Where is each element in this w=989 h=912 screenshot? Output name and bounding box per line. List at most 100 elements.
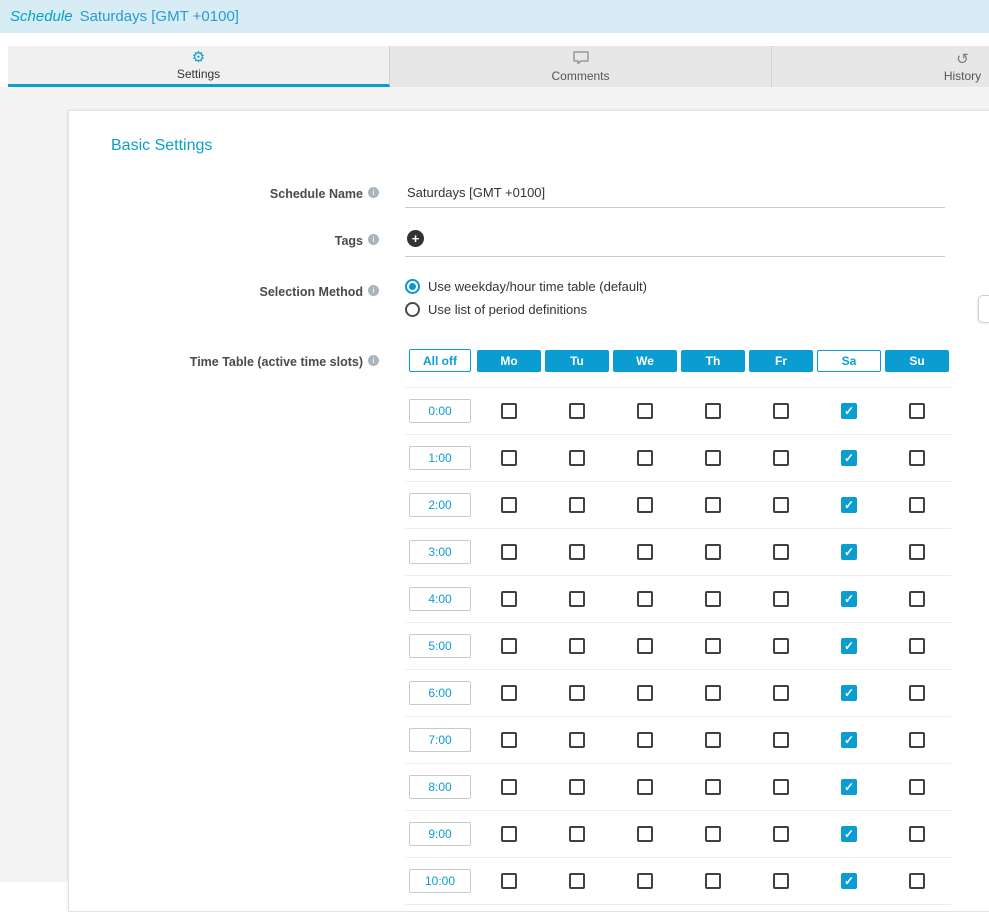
- slot-checkbox-we-400[interactable]: [637, 591, 653, 607]
- day-button-sa[interactable]: Sa: [817, 350, 881, 372]
- slot-checkbox-mo-900[interactable]: [501, 826, 517, 842]
- slot-checkbox-sa-200[interactable]: ✓: [841, 497, 857, 513]
- slot-checkbox-su-200[interactable]: [909, 497, 925, 513]
- slot-checkbox-fr-1000[interactable]: [773, 873, 789, 889]
- slot-checkbox-sa-500[interactable]: ✓: [841, 638, 857, 654]
- slot-checkbox-tu-700[interactable]: [569, 732, 585, 748]
- hour-button-400[interactable]: 4:00: [409, 587, 471, 611]
- slot-checkbox-fr-800[interactable]: [773, 779, 789, 795]
- slot-checkbox-tu-500[interactable]: [569, 638, 585, 654]
- slot-checkbox-th-300[interactable]: [705, 544, 721, 560]
- add-tag-button[interactable]: +: [407, 230, 424, 247]
- hour-button-800[interactable]: 8:00: [409, 775, 471, 799]
- slot-checkbox-th-700[interactable]: [705, 732, 721, 748]
- slot-checkbox-we-300[interactable]: [637, 544, 653, 560]
- slot-checkbox-we-800[interactable]: [637, 779, 653, 795]
- slot-checkbox-we-500[interactable]: [637, 638, 653, 654]
- hour-button-200[interactable]: 2:00: [409, 493, 471, 517]
- slot-checkbox-su-800[interactable]: [909, 779, 925, 795]
- all-off-button[interactable]: All off: [409, 349, 471, 372]
- radio-option-periods[interactable]: Use list of period definitions: [405, 302, 989, 317]
- slot-checkbox-su-500[interactable]: [909, 638, 925, 654]
- slot-checkbox-mo-000[interactable]: [501, 403, 517, 419]
- hour-button-000[interactable]: 0:00: [409, 399, 471, 423]
- day-button-mo[interactable]: Mo: [477, 350, 541, 372]
- slot-checkbox-su-000[interactable]: [909, 403, 925, 419]
- slot-checkbox-th-200[interactable]: [705, 497, 721, 513]
- slot-checkbox-fr-300[interactable]: [773, 544, 789, 560]
- slot-checkbox-su-600[interactable]: [909, 685, 925, 701]
- tab-settings[interactable]: ⚙ Settings: [8, 46, 390, 87]
- slot-checkbox-sa-000[interactable]: ✓: [841, 403, 857, 419]
- hour-button-600[interactable]: 6:00: [409, 681, 471, 705]
- slot-checkbox-th-000[interactable]: [705, 403, 721, 419]
- slot-checkbox-tu-600[interactable]: [569, 685, 585, 701]
- slot-checkbox-mo-600[interactable]: [501, 685, 517, 701]
- slot-checkbox-su-300[interactable]: [909, 544, 925, 560]
- slot-checkbox-su-700[interactable]: [909, 732, 925, 748]
- day-button-fr[interactable]: Fr: [749, 350, 813, 372]
- slot-checkbox-we-700[interactable]: [637, 732, 653, 748]
- slot-checkbox-fr-100[interactable]: [773, 450, 789, 466]
- slot-checkbox-tu-000[interactable]: [569, 403, 585, 419]
- slot-checkbox-we-200[interactable]: [637, 497, 653, 513]
- tab-comments[interactable]: Comments: [390, 46, 772, 87]
- slot-checkbox-mo-200[interactable]: [501, 497, 517, 513]
- day-button-tu[interactable]: Tu: [545, 350, 609, 372]
- slot-checkbox-th-900[interactable]: [705, 826, 721, 842]
- slot-checkbox-su-1000[interactable]: [909, 873, 925, 889]
- slot-checkbox-we-000[interactable]: [637, 403, 653, 419]
- slot-checkbox-th-1000[interactable]: [705, 873, 721, 889]
- hour-button-300[interactable]: 3:00: [409, 540, 471, 564]
- slot-checkbox-su-900[interactable]: [909, 826, 925, 842]
- slot-checkbox-mo-500[interactable]: [501, 638, 517, 654]
- slot-checkbox-tu-400[interactable]: [569, 591, 585, 607]
- hour-button-700[interactable]: 7:00: [409, 728, 471, 752]
- slot-checkbox-tu-200[interactable]: [569, 497, 585, 513]
- hour-button-1000[interactable]: 10:00: [409, 869, 471, 893]
- slot-checkbox-we-600[interactable]: [637, 685, 653, 701]
- slot-checkbox-sa-100[interactable]: ✓: [841, 450, 857, 466]
- slot-checkbox-we-1000[interactable]: [637, 873, 653, 889]
- slot-checkbox-sa-900[interactable]: ✓: [841, 826, 857, 842]
- side-panel-handle[interactable]: [978, 295, 989, 323]
- slot-checkbox-we-900[interactable]: [637, 826, 653, 842]
- slot-checkbox-we-100[interactable]: [637, 450, 653, 466]
- slot-checkbox-sa-300[interactable]: ✓: [841, 544, 857, 560]
- slot-checkbox-su-100[interactable]: [909, 450, 925, 466]
- slot-checkbox-tu-800[interactable]: [569, 779, 585, 795]
- slot-checkbox-tu-100[interactable]: [569, 450, 585, 466]
- slot-checkbox-sa-1000[interactable]: ✓: [841, 873, 857, 889]
- slot-checkbox-su-400[interactable]: [909, 591, 925, 607]
- slot-checkbox-mo-300[interactable]: [501, 544, 517, 560]
- slot-checkbox-fr-500[interactable]: [773, 638, 789, 654]
- slot-checkbox-th-600[interactable]: [705, 685, 721, 701]
- slot-checkbox-mo-700[interactable]: [501, 732, 517, 748]
- slot-checkbox-tu-900[interactable]: [569, 826, 585, 842]
- slot-checkbox-fr-200[interactable]: [773, 497, 789, 513]
- schedule-name-input[interactable]: [405, 181, 945, 208]
- day-button-su[interactable]: Su: [885, 350, 949, 372]
- slot-checkbox-fr-000[interactable]: [773, 403, 789, 419]
- slot-checkbox-th-500[interactable]: [705, 638, 721, 654]
- day-button-th[interactable]: Th: [681, 350, 745, 372]
- slot-checkbox-sa-800[interactable]: ✓: [841, 779, 857, 795]
- slot-checkbox-fr-600[interactable]: [773, 685, 789, 701]
- slot-checkbox-sa-400[interactable]: ✓: [841, 591, 857, 607]
- slot-checkbox-mo-800[interactable]: [501, 779, 517, 795]
- slot-checkbox-fr-900[interactable]: [773, 826, 789, 842]
- slot-checkbox-fr-700[interactable]: [773, 732, 789, 748]
- slot-checkbox-mo-100[interactable]: [501, 450, 517, 466]
- slot-checkbox-tu-1000[interactable]: [569, 873, 585, 889]
- slot-checkbox-sa-600[interactable]: ✓: [841, 685, 857, 701]
- slot-checkbox-mo-400[interactable]: [501, 591, 517, 607]
- slot-checkbox-mo-1000[interactable]: [501, 873, 517, 889]
- hour-button-500[interactable]: 5:00: [409, 634, 471, 658]
- radio-option-timetable[interactable]: Use weekday/hour time table (default): [405, 279, 989, 294]
- slot-checkbox-fr-400[interactable]: [773, 591, 789, 607]
- slot-checkbox-th-100[interactable]: [705, 450, 721, 466]
- slot-checkbox-th-400[interactable]: [705, 591, 721, 607]
- day-button-we[interactable]: We: [613, 350, 677, 372]
- slot-checkbox-sa-700[interactable]: ✓: [841, 732, 857, 748]
- tab-history[interactable]: ↺ History: [772, 46, 989, 87]
